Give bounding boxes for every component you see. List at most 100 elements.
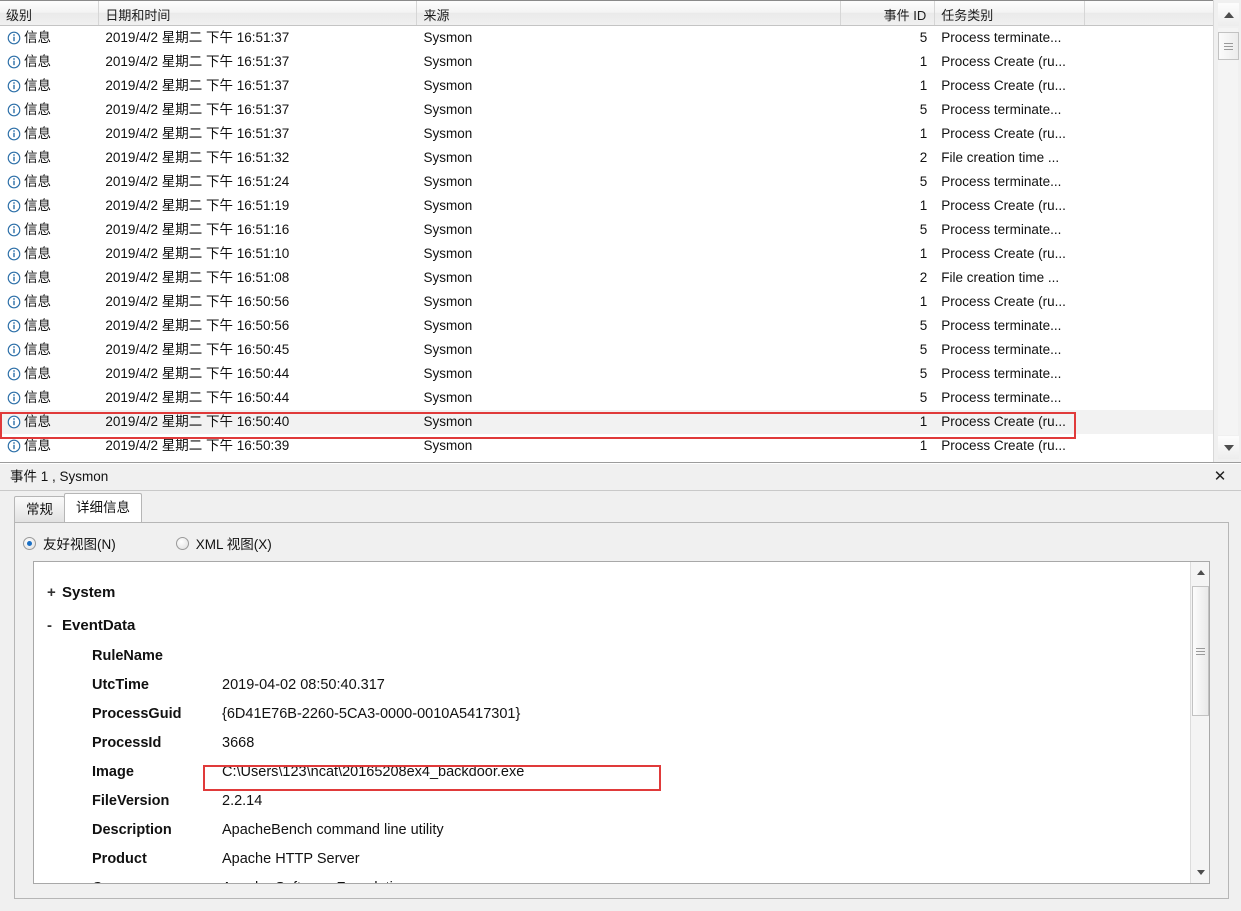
close-icon[interactable]: ✕ <box>1209 466 1231 488</box>
cell-source: Sysmon <box>423 30 473 45</box>
tab-details[interactable]: 详细信息 <box>64 493 142 522</box>
table-row[interactable]: 信息 2019/4/2 星期二 下午 16:50:56 Sysmon 5 Process… <box>0 314 1213 338</box>
detail-scroll-up-button[interactable] <box>1192 564 1209 581</box>
radio-friendly-view[interactable]: 友好视图(N) <box>23 533 116 553</box>
level-label: 信息 <box>24 438 51 453</box>
detail-pane-title-bar: 事件 1 , Sysmon ✕ <box>0 464 1241 491</box>
cell-task-category: Process Create (ru... <box>941 78 1066 93</box>
cell-event-id: 5 <box>919 102 928 117</box>
cell-datetime: 2019/4/2 星期二 下午 16:51:19 <box>105 198 290 213</box>
information-icon <box>7 247 21 261</box>
column-header-datetime[interactable]: 日期和时间 <box>99 1 418 25</box>
event-data-scrollbar[interactable] <box>1190 562 1209 883</box>
scrollbar-thumb[interactable] <box>1218 32 1239 60</box>
table-row[interactable]: 信息 2019/4/2 星期二 下午 16:50:56 Sysmon 1 Process… <box>0 290 1213 314</box>
table-row[interactable]: 信息 2019/4/2 星期二 下午 16:51:24 Sysmon 5 Process… <box>0 170 1213 194</box>
cell-level: 信息 <box>0 386 99 410</box>
table-row[interactable]: 信息 2019/4/2 星期二 下午 16:50:44 Sysmon 5 Process… <box>0 362 1213 386</box>
table-row[interactable]: 信息 2019/4/2 星期二 下午 16:51:08 Sysmon 2 File cr… <box>0 266 1213 290</box>
column-header-event-id[interactable]: 事件 ID <box>841 1 936 25</box>
cell-task-category: Process terminate... <box>941 318 1062 333</box>
detail-scroll-down-button[interactable] <box>1192 864 1209 881</box>
event-data-scroll-area[interactable]: + System - EventData RuleName UtcTime 2019… <box>34 562 1189 883</box>
collapse-minus-icon[interactable]: - <box>47 609 52 642</box>
field-key: RuleName <box>92 648 163 664</box>
table-row[interactable]: 信息 2019/4/2 星期二 下午 16:51:32 Sysmon 2 File cr… <box>0 146 1213 170</box>
table-row[interactable]: 信息 2019/4/2 星期二 下午 16:50:44 Sysmon 5 Process… <box>0 386 1213 410</box>
level-label: 信息 <box>24 366 51 381</box>
scrollbar-track[interactable] <box>1218 28 1238 435</box>
information-icon <box>7 271 21 285</box>
column-header-task[interactable]: 任务类别 <box>935 1 1086 25</box>
field-value: C:\Users\123\ncat\20165208ex4_backdoor.e… <box>222 764 525 780</box>
event-data-field: FileVersion 2.2.14 <box>34 787 1189 816</box>
table-row[interactable]: 信息 2019/4/2 星期二 下午 16:51:37 Sysmon 1 Process… <box>0 50 1213 74</box>
level-label: 信息 <box>24 78 51 93</box>
event-list-scrollbar[interactable] <box>1213 0 1241 462</box>
cell-event-id: 1 <box>919 438 928 453</box>
radio-unchecked-icon[interactable] <box>175 536 189 550</box>
level-label: 信息 <box>24 246 51 261</box>
field-value: Apache Software Foundation <box>222 874 409 883</box>
cell-source: Sysmon <box>423 150 473 165</box>
cell-source: Sysmon <box>423 78 473 93</box>
cell-datetime: 2019/4/2 星期二 下午 16:51:08 <box>105 270 290 285</box>
cell-datetime: 2019/4/2 星期二 下午 16:50:40 <box>105 414 290 429</box>
information-icon <box>7 151 21 165</box>
event-list-viewport[interactable]: 级别 日期和时间 来源 事件 ID 任务类别 信息 2019/4/2 星期二 下午… <box>0 0 1213 462</box>
cell-event-id: 5 <box>919 366 928 381</box>
cell-source: Sysmon <box>423 54 473 69</box>
cell-task-category: Process Create (ru... <box>941 246 1066 261</box>
table-row[interactable]: 信息 2019/4/2 星期二 下午 16:51:10 Sysmon 1 Process… <box>0 242 1213 266</box>
table-row[interactable]: 信息 2019/4/2 星期二 下午 16:50:40 Sysmon 1 Process… <box>0 410 1213 434</box>
column-header-source[interactable]: 来源 <box>417 1 842 25</box>
scroll-up-button[interactable] <box>1218 3 1239 26</box>
event-data-field: Image C:\Users\123\ncat\20165208ex4_backd… <box>34 758 1189 787</box>
cell-datetime: 2019/4/2 星期二 下午 16:51:32 <box>105 150 290 165</box>
tree-node-system[interactable]: + System <box>34 576 1189 609</box>
cell-source: Sysmon <box>423 366 473 381</box>
tab-general[interactable]: 常规 <box>14 496 65 522</box>
event-data-field: Product Apache HTTP Server <box>34 845 1189 874</box>
radio-checked-icon[interactable] <box>23 536 36 550</box>
field-key: FileVersion <box>92 793 170 809</box>
level-label: 信息 <box>24 294 51 309</box>
radio-xml-view-label: XML 视图(X) <box>195 537 272 552</box>
table-row[interactable]: 信息 2019/4/2 星期二 下午 16:50:39 Sysmon 1 Process… <box>0 434 1213 458</box>
event-list-pane: 级别 日期和时间 来源 事件 ID 任务类别 信息 2019/4/2 星期二 下午… <box>0 0 1241 463</box>
event-data-field-list: RuleName UtcTime 2019-04-02 08:50:40.317 Pr… <box>34 642 1189 883</box>
scroll-down-button[interactable] <box>1218 436 1239 459</box>
table-row[interactable]: 信息 2019/4/2 星期二 下午 16:51:37 Sysmon 1 Process… <box>0 122 1213 146</box>
table-row[interactable]: 信息 2019/4/2 星期二 下午 16:51:19 Sysmon 1 Process… <box>0 194 1213 218</box>
field-key: Product <box>92 851 147 867</box>
cell-task-category: Process terminate... <box>941 222 1062 237</box>
event-list-header: 级别 日期和时间 来源 事件 ID 任务类别 <box>0 0 1213 26</box>
cell-level: 信息 <box>0 362 99 386</box>
tree-node-eventdata[interactable]: - EventData <box>34 609 1189 642</box>
field-value: {6D41E76B-2260-5CA3-0000-0010A5417301} <box>222 706 521 722</box>
information-icon <box>7 391 21 405</box>
information-icon <box>7 103 21 117</box>
level-label: 信息 <box>24 414 51 429</box>
cell-level: 信息 <box>0 170 99 194</box>
cell-event-id: 5 <box>919 222 928 237</box>
column-header-level[interactable]: 级别 <box>0 1 100 25</box>
radio-xml-view[interactable]: XML 视图(X) <box>175 533 272 553</box>
cell-datetime: 2019/4/2 星期二 下午 16:51:37 <box>105 30 290 45</box>
field-key: UtcTime <box>92 677 149 693</box>
cell-source: Sysmon <box>423 126 473 141</box>
level-label: 信息 <box>24 126 51 141</box>
level-label: 信息 <box>24 30 51 45</box>
table-row[interactable]: 信息 2019/4/2 星期二 下午 16:51:37 Sysmon 5 Process… <box>0 26 1213 50</box>
detail-scrollbar-thumb[interactable] <box>1192 586 1209 716</box>
table-row[interactable]: 信息 2019/4/2 星期二 下午 16:50:45 Sysmon 5 Process… <box>0 338 1213 362</box>
expand-plus-icon[interactable]: + <box>47 576 56 609</box>
field-value: Apache HTTP Server <box>222 851 360 867</box>
cell-event-id: 2 <box>919 270 928 285</box>
table-row[interactable]: 信息 2019/4/2 星期二 下午 16:51:16 Sysmon 5 Process… <box>0 218 1213 242</box>
cell-task-category: File creation time ... <box>941 150 1060 165</box>
cell-datetime: 2019/4/2 星期二 下午 16:51:37 <box>105 78 290 93</box>
event-data-field: UtcTime 2019-04-02 08:50:40.317 <box>34 671 1189 700</box>
table-row[interactable]: 信息 2019/4/2 星期二 下午 16:51:37 Sysmon 1 Process… <box>0 74 1213 98</box>
table-row[interactable]: 信息 2019/4/2 星期二 下午 16:51:37 Sysmon 5 Process… <box>0 98 1213 122</box>
